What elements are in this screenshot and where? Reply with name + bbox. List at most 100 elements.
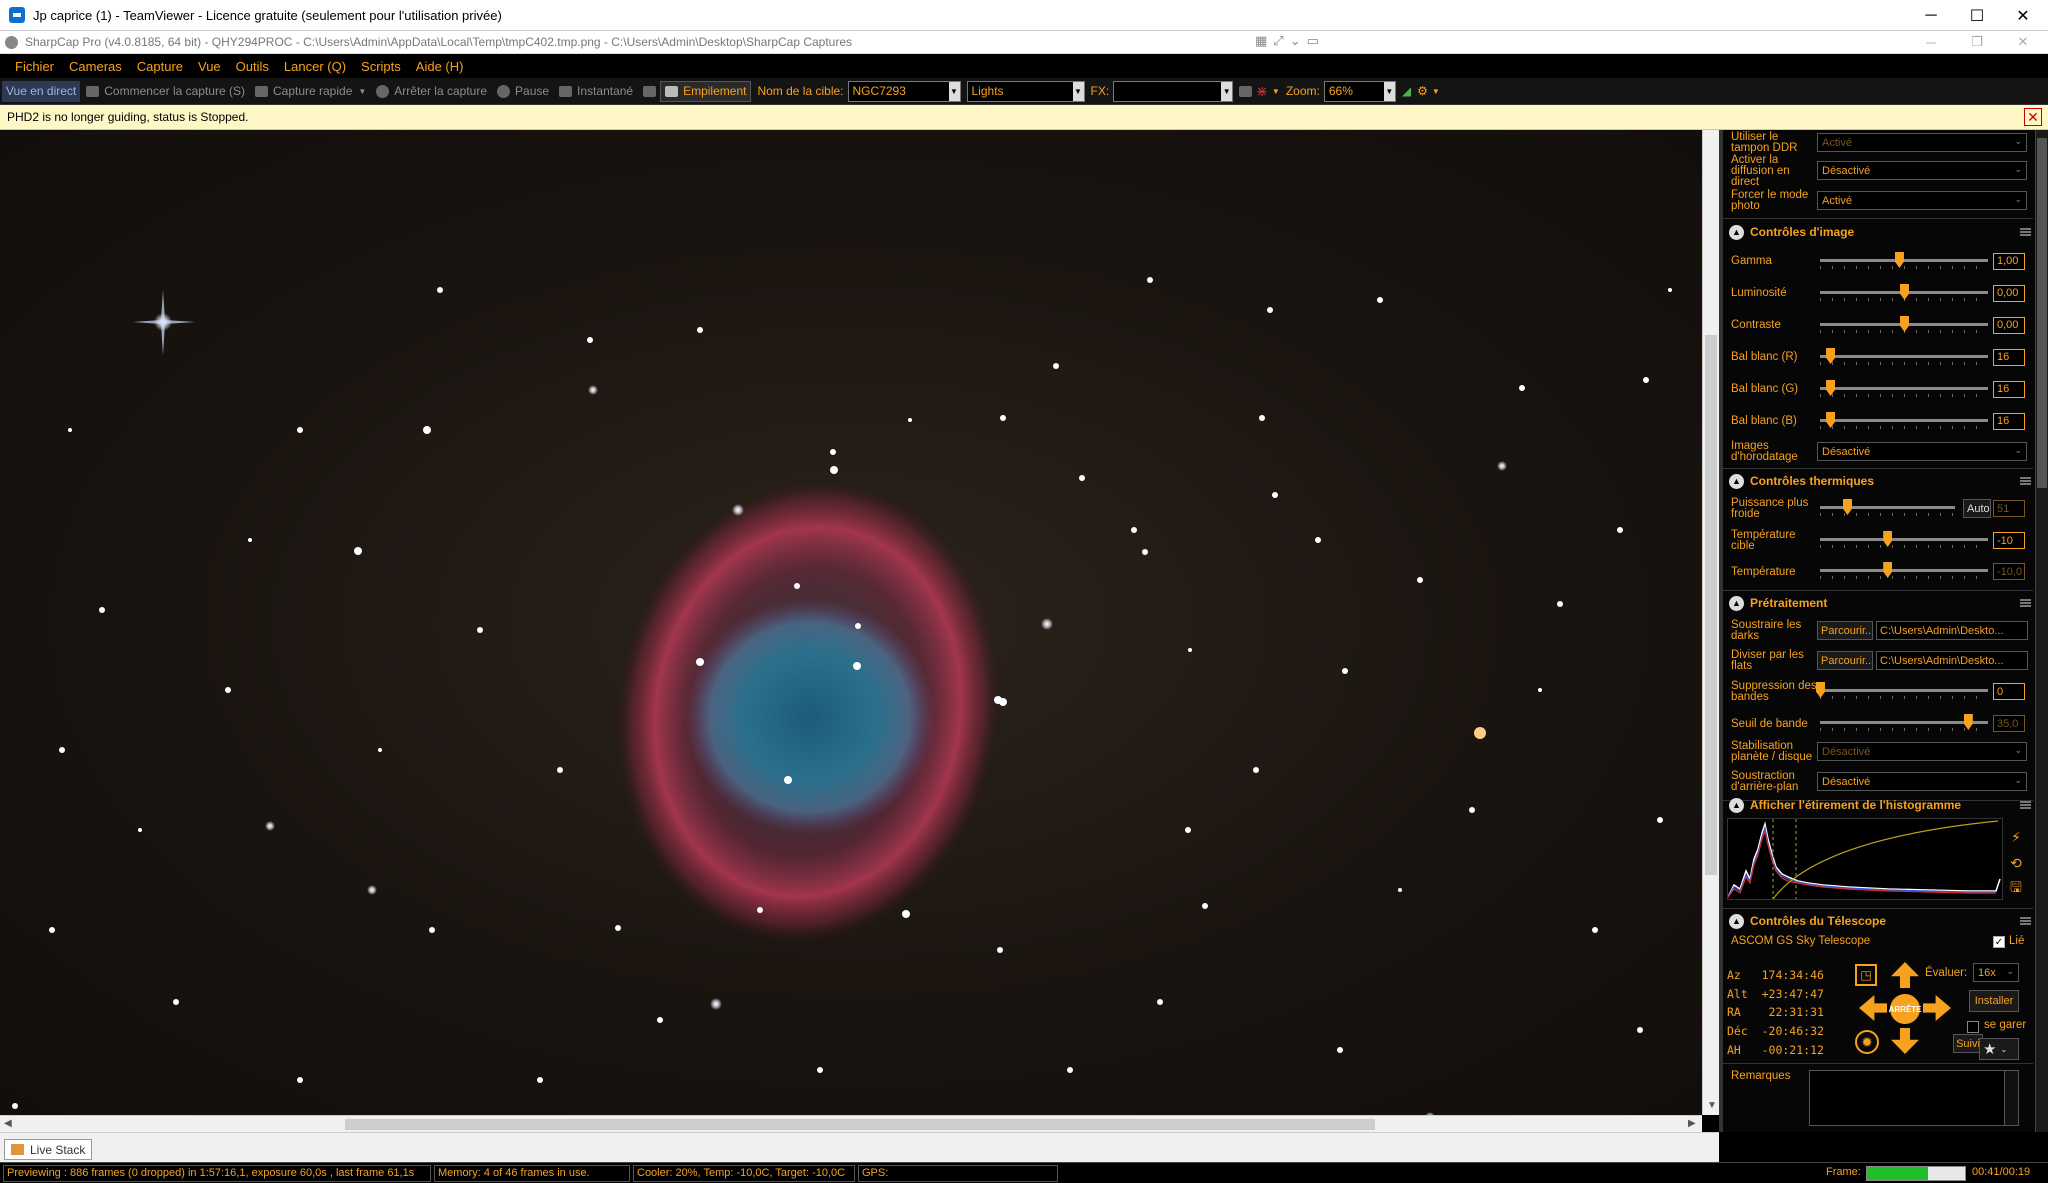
image-viewer[interactable] — [0, 130, 1702, 1115]
collapse-icon[interactable]: ▲ — [1729, 224, 1744, 240]
grid-icon[interactable]: ▦ — [1255, 33, 1267, 51]
pause-button[interactable]: Pause — [497, 84, 549, 98]
photo-mode-select[interactable]: Activé ⌄ — [1817, 191, 2027, 210]
stop-capture-button[interactable]: Arrêter la capture — [376, 84, 487, 98]
contrast-value[interactable]: 0,00 — [1993, 316, 2025, 334]
live-stream-select[interactable]: Désactivé ⌄ — [1817, 161, 2027, 180]
background-subtraction-select[interactable]: Désactivé ⌄ — [1817, 772, 2027, 791]
reset-icon[interactable]: ⟲ — [2007, 854, 2025, 872]
reticle-button[interactable] — [1239, 85, 1253, 97]
west-arrow-icon[interactable] — [1859, 995, 1887, 1021]
linked-checkbox[interactable]: ✓ — [1993, 936, 2005, 948]
display-icon[interactable] — [643, 85, 657, 97]
menu-scripts[interactable]: Scripts — [361, 59, 401, 74]
collapse-icon[interactable]: ▲ — [1729, 595, 1744, 611]
ddr-buffer-select[interactable]: Activé ⌄ — [1817, 133, 2027, 152]
chevron-down-icon[interactable]: ⌄ — [1290, 33, 1301, 51]
chevron-down-icon[interactable]: ▼ — [358, 87, 366, 96]
scrollbar-thumb[interactable] — [345, 1119, 1375, 1130]
save-icon[interactable]: 🖫 — [2007, 879, 2025, 898]
preprocessing-header[interactable]: ▲ Prétraitement — [1727, 592, 2033, 614]
banding-slider[interactable] — [1816, 682, 1988, 699]
home-target-icon[interactable]: ✹ — [1855, 1030, 1879, 1054]
park-checkbox[interactable] — [1967, 1021, 1979, 1033]
auto-stretch-icon[interactable]: ⚡ — [2007, 828, 2025, 846]
stabilisation-select[interactable]: Désactivé ⌄ — [1817, 742, 2027, 761]
cooler-power-slider[interactable] — [1820, 499, 1955, 516]
wb-red-value[interactable]: 16 — [1993, 348, 2025, 366]
chevron-down-icon[interactable]: ▼ — [1707, 1100, 1717, 1111]
wb-red-slider[interactable] — [1820, 348, 1988, 365]
menu-cameras[interactable]: Cameras — [69, 59, 122, 74]
chevron-right-icon[interactable]: ▶ — [1688, 1118, 1696, 1129]
viewer-horizontal-scrollbar[interactable]: ◀ ▶ — [0, 1115, 1702, 1132]
favorites-button[interactable]: ★ ⌄ — [1979, 1038, 2019, 1060]
start-capture-button[interactable]: Commencer la capture (S) — [86, 84, 245, 98]
threshold-slider[interactable] — [1820, 714, 1988, 731]
darks-path-select[interactable]: C:\Users\Admin\Deskto... — [1876, 621, 2028, 640]
monitor-icon[interactable]: ▭ — [1307, 33, 1319, 51]
fullscreen-icon[interactable]: ⤢ — [1273, 33, 1283, 51]
target-temp-slider[interactable] — [1820, 531, 1988, 548]
gamma-value[interactable]: 1,00 — [1993, 252, 2025, 270]
histogram-header[interactable]: ▲ Afficher l'étirement de l'histogramme — [1727, 794, 2033, 816]
live-view-button[interactable]: Vue en direct — [2, 80, 81, 102]
frame-type-select[interactable]: Lights ▼ — [966, 80, 1085, 102]
chevron-down-icon[interactable]: ▼ — [1432, 87, 1440, 96]
tv-minimize-button[interactable]: ─ — [1908, 0, 1954, 31]
histogram-icon[interactable]: ◢ — [1402, 84, 1411, 98]
timestamp-select[interactable]: Désactivé ⌄ — [1817, 442, 2027, 461]
target-temp-value[interactable]: -10 — [1993, 532, 2025, 549]
snapshot-button[interactable]: Instantané — [559, 84, 633, 98]
wb-green-slider[interactable] — [1820, 380, 1988, 397]
histogram-display[interactable] — [1727, 818, 2003, 900]
menu-icon[interactable] — [2020, 801, 2031, 809]
crosshair-icon[interactable]: ⋇ — [1256, 83, 1268, 100]
menu-fichier[interactable]: Fichier — [15, 59, 54, 74]
install-button[interactable]: Installer — [1969, 990, 2019, 1012]
sc-restore-button[interactable]: ❐ — [1954, 31, 2000, 53]
goto-icon[interactable]: ◳ — [1855, 964, 1877, 986]
tv-maximize-button[interactable]: ☐ — [1954, 0, 2000, 31]
fx-select[interactable]: ▼ — [1113, 80, 1234, 102]
wb-green-value[interactable]: 16 — [1993, 380, 2025, 398]
chevron-down-icon[interactable]: ▼ — [1272, 87, 1280, 96]
menu-icon[interactable] — [2020, 917, 2031, 925]
tab-live-stack[interactable]: Live Stack — [4, 1139, 93, 1160]
scrollbar-thumb[interactable] — [2037, 138, 2047, 488]
menu-outils[interactable]: Outils — [236, 59, 269, 74]
banding-value[interactable]: 0 — [1993, 683, 2025, 700]
teamviewer-session-toolbar[interactable]: ▦ ⤢ ⌄ ▭ — [1255, 33, 1319, 51]
menu-capture[interactable]: Capture — [137, 59, 183, 74]
north-arrow-icon[interactable] — [1891, 962, 1919, 988]
menu-lancer[interactable]: Lancer (Q) — [284, 59, 346, 74]
image-controls-header[interactable]: ▲ Contrôles d'image — [1727, 221, 2033, 243]
menu-vue[interactable]: Vue — [198, 59, 221, 74]
brightness-value[interactable]: 0,00 — [1993, 284, 2025, 302]
tv-close-button[interactable]: ✕ — [2000, 0, 2046, 31]
settings-gear-icon[interactable]: ⚙ — [1417, 84, 1428, 98]
menu-aide[interactable]: Aide (H) — [416, 59, 464, 74]
collapse-icon[interactable]: ▲ — [1729, 913, 1744, 929]
viewer-vertical-scrollbar[interactable]: ▼ — [1702, 130, 1719, 1115]
south-arrow-icon[interactable] — [1891, 1028, 1919, 1054]
flats-path-select[interactable]: C:\Users\Admin\Deskto... — [1876, 651, 2028, 670]
chevron-down-icon[interactable]: ▼ — [1221, 81, 1233, 101]
chevron-down-icon[interactable]: ▼ — [1072, 81, 1084, 101]
darks-browse-button[interactable]: Parcourir... — [1817, 621, 1873, 640]
brightness-slider[interactable] — [1820, 284, 1988, 301]
remarks-textarea[interactable] — [1809, 1070, 2019, 1126]
quick-capture-button[interactable]: Capture rapide ▼ — [254, 84, 366, 98]
chevron-down-icon[interactable]: ▼ — [948, 81, 960, 101]
gamma-slider[interactable] — [1820, 252, 1988, 269]
menu-icon[interactable] — [2020, 477, 2031, 485]
chevron-left-icon[interactable]: ◀ — [4, 1118, 12, 1129]
east-arrow-icon[interactable] — [1923, 995, 1951, 1021]
contrast-slider[interactable] — [1820, 316, 1988, 333]
wb-blue-slider[interactable] — [1820, 412, 1988, 429]
collapse-icon[interactable]: ▲ — [1729, 797, 1744, 813]
panel-scrollbar[interactable] — [2035, 130, 2048, 1132]
menu-icon[interactable] — [2020, 228, 2031, 236]
rate-select[interactable]: 16x ⌄ — [1973, 963, 2019, 982]
thermal-controls-header[interactable]: ▲ Contrôles thermiques — [1727, 470, 2033, 492]
